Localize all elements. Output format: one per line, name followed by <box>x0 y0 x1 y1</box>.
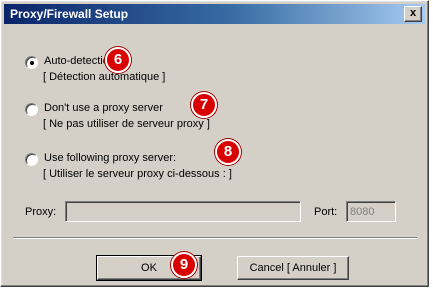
no-proxy-label: Don't use a proxy server <box>44 102 163 114</box>
use-proxy-radio[interactable] <box>25 153 38 166</box>
callout-badge-9: 9 <box>171 252 197 278</box>
close-icon: x <box>409 7 417 19</box>
port-input[interactable]: 8080 <box>346 201 396 222</box>
port-label: Port: <box>314 206 338 218</box>
radio-selected-dot <box>30 61 34 65</box>
separator <box>13 237 417 239</box>
cancel-button[interactable]: Cancel [ Annuler ] <box>237 256 349 280</box>
auto-detection-radio[interactable] <box>25 56 38 69</box>
dialog-title: Proxy/Firewall Setup <box>10 7 129 21</box>
proxy-label: Proxy: <box>25 206 57 218</box>
no-proxy-sublabel: [ Ne pas utiliser de serveur proxy ] <box>43 118 210 130</box>
callout-badge-7: 7 <box>191 92 217 118</box>
no-proxy-radio[interactable] <box>25 103 38 116</box>
close-button[interactable]: x <box>404 6 422 22</box>
proxy-input[interactable] <box>65 201 301 222</box>
callout-badge-8: 8 <box>215 139 241 165</box>
use-proxy-sublabel: [ Utiliser le serveur proxy ci-dessous :… <box>43 168 232 180</box>
auto-detection-sublabel: [ Détection automatique ] <box>43 71 166 83</box>
callout-badge-6: 6 <box>105 47 131 73</box>
cancel-button-label: Cancel [ Annuler ] <box>249 262 337 274</box>
proxy-setup-dialog: Proxy/Firewall Setup x Auto-detection [ … <box>0 0 429 287</box>
use-proxy-label: Use following proxy server: <box>44 152 177 164</box>
ok-button-label: OK <box>141 262 157 274</box>
title-bar[interactable]: Proxy/Firewall Setup x <box>4 4 425 24</box>
